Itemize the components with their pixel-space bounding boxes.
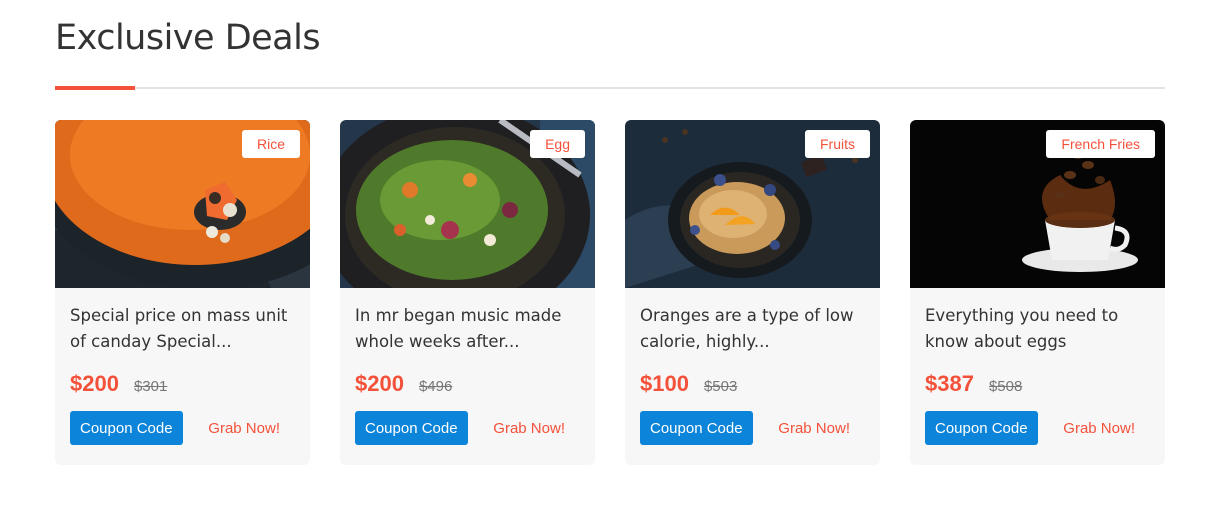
category-tag[interactable]: Rice bbox=[241, 130, 300, 158]
coupon-code-button[interactable]: Coupon Code bbox=[925, 411, 1038, 445]
deal-title[interactable]: Special price on mass unit of canday Spe… bbox=[70, 303, 295, 355]
coupon-code-button[interactable]: Coupon Code bbox=[70, 411, 183, 445]
deal-old-price: $508 bbox=[988, 378, 1023, 395]
deal-image-salad[interactable]: Egg bbox=[340, 120, 595, 288]
deal-title[interactable]: Oranges are a type of low calorie, highl… bbox=[640, 303, 865, 355]
deal-title[interactable]: Everything you need to know about eggs bbox=[925, 303, 1150, 355]
deal-image-pancake[interactable]: Fruits bbox=[625, 120, 880, 288]
deal-old-price: $301 bbox=[133, 378, 168, 395]
deal-card: French Fries Everything you need to know… bbox=[910, 120, 1165, 465]
deal-price: $387 bbox=[925, 371, 974, 396]
deal-price: $200 bbox=[355, 371, 404, 396]
category-tag[interactable]: Egg bbox=[530, 130, 585, 158]
deal-price: $100 bbox=[640, 371, 689, 396]
grab-now-link[interactable]: Grab Now! bbox=[1063, 420, 1135, 437]
section-title: Exclusive Deals bbox=[55, 18, 321, 58]
coupon-code-button[interactable]: Coupon Code bbox=[640, 411, 753, 445]
deal-old-price: $503 bbox=[703, 378, 738, 395]
deal-card: Egg In mr began music made whole weeks a… bbox=[340, 120, 595, 465]
deal-image-soup[interactable]: Rice bbox=[55, 120, 310, 288]
grab-now-link[interactable]: Grab Now! bbox=[493, 420, 565, 437]
deal-card: Fruits Oranges are a type of low calorie… bbox=[625, 120, 880, 465]
deal-old-price: $496 bbox=[418, 378, 453, 395]
divider-accent bbox=[55, 86, 135, 90]
deal-image-coffee[interactable]: French Fries bbox=[910, 120, 1165, 288]
deal-card: Rice Special price on mass unit of canda… bbox=[55, 120, 310, 465]
category-tag[interactable]: Fruits bbox=[805, 130, 870, 158]
deal-title[interactable]: In mr began music made whole weeks after… bbox=[355, 303, 580, 355]
deal-cards: Rice Special price on mass unit of canda… bbox=[55, 120, 1165, 465]
deal-price: $200 bbox=[70, 371, 119, 396]
grab-now-link[interactable]: Grab Now! bbox=[208, 420, 280, 437]
section-divider bbox=[55, 86, 1165, 90]
grab-now-link[interactable]: Grab Now! bbox=[778, 420, 850, 437]
category-tag[interactable]: French Fries bbox=[1046, 130, 1155, 158]
coupon-code-button[interactable]: Coupon Code bbox=[355, 411, 468, 445]
